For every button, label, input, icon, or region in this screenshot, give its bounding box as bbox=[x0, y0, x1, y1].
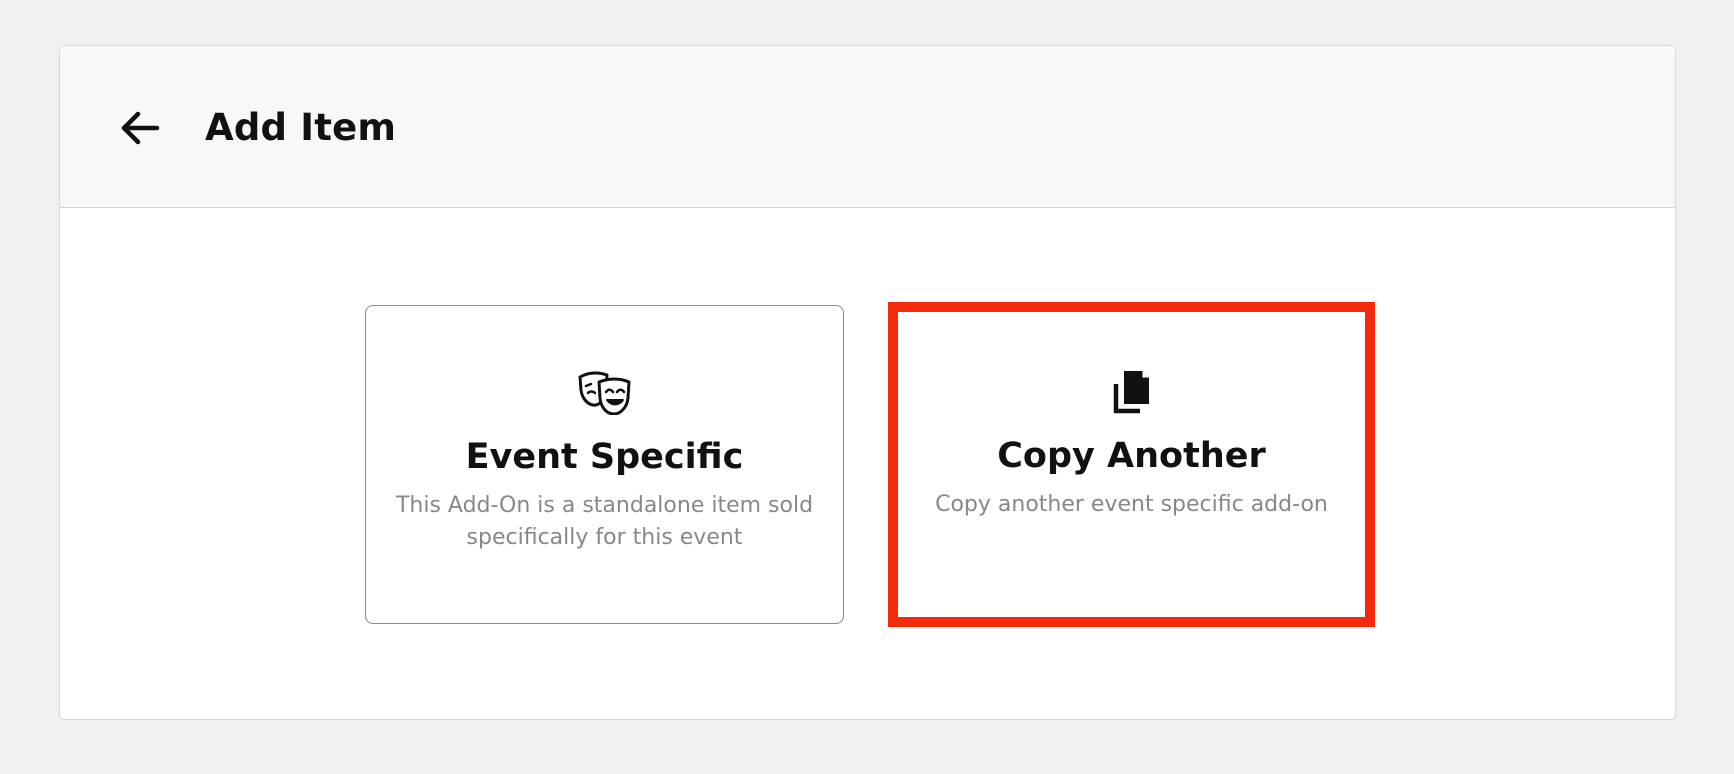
theater-masks-icon bbox=[577, 368, 633, 416]
option-title: Copy Another bbox=[997, 436, 1266, 476]
panel-header: Add Item bbox=[60, 46, 1675, 208]
back-button[interactable] bbox=[116, 104, 164, 152]
add-item-panel: Add Item Event Specific This Add-On is a… bbox=[59, 45, 1676, 720]
event-specific-option-card[interactable]: Event Specific This Add-On is a standalo… bbox=[365, 305, 844, 624]
option-description: This Add-On is a standalone item sold sp… bbox=[395, 493, 814, 550]
copy-another-option-card[interactable]: Copy Another Copy another event specific… bbox=[888, 302, 1375, 627]
option-description: Copy another event specific add-on bbox=[935, 492, 1328, 517]
arrow-left-icon bbox=[121, 111, 160, 145]
option-title: Event Specific bbox=[465, 437, 744, 477]
page-title: Add Item bbox=[205, 106, 397, 149]
copy-icon bbox=[1104, 368, 1160, 416]
